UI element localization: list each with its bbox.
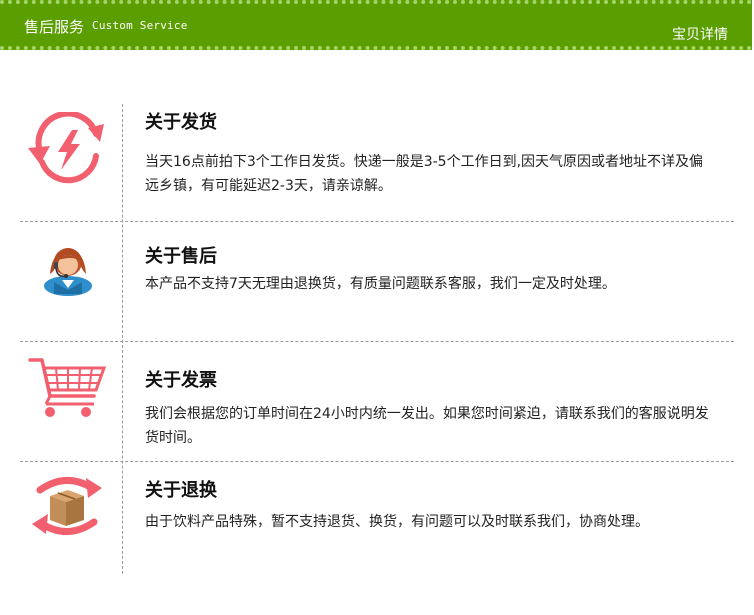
header-bar: 售后服务 Custom Service 宝贝详情 bbox=[0, 0, 752, 50]
row-divider-2 bbox=[20, 341, 734, 342]
header-subtitle: Custom Service bbox=[92, 19, 188, 32]
vertical-divider bbox=[122, 104, 123, 574]
section-text-returns: 由于饮料产品特殊，暂不支持退货、换货，有问题可以及时联系我们，协商处理。 bbox=[145, 514, 649, 530]
section-text-after-sales: 本产品不支持7天无理由退换货，有质量问题联系客服，我们一定及时处理。 bbox=[145, 276, 616, 292]
section-text-shipping: 当天16点前拍下3个工作日发货。快递一般是3-5个工作日到,因天气原因或者地址不… bbox=[145, 154, 704, 194]
header-title: 售后服务 bbox=[24, 18, 85, 36]
package-exchange-icon bbox=[30, 474, 104, 542]
section-title-invoice: 关于发票 bbox=[145, 370, 217, 391]
row-divider-3 bbox=[20, 461, 734, 462]
refresh-lightning-icon bbox=[26, 110, 110, 188]
product-details-link[interactable]: 宝贝详情 bbox=[672, 24, 728, 44]
section-title-after-sales: 关于售后 bbox=[145, 246, 217, 267]
shopping-cart-icon bbox=[28, 356, 108, 424]
section-text-invoice: 我们会根据您的订单时间在24小时内统一发出。如果您时间紧迫，请联系我们的客服说明… bbox=[145, 406, 709, 446]
customer-service-avatar-icon bbox=[40, 238, 96, 300]
section-title-returns: 关于退换 bbox=[145, 480, 217, 501]
section-title-shipping: 关于发货 bbox=[145, 112, 217, 133]
row-divider-1 bbox=[20, 221, 734, 222]
